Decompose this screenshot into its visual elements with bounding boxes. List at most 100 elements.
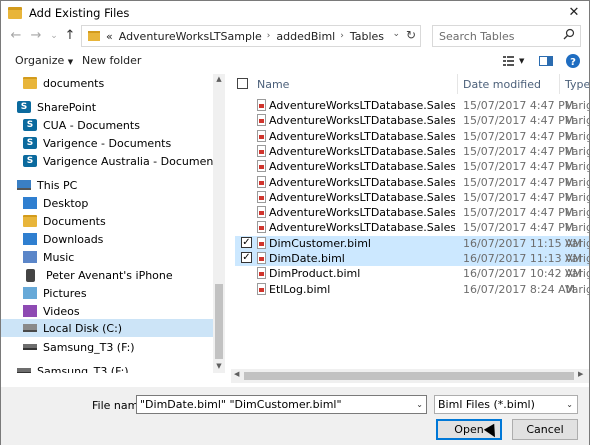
select-all-checkbox[interactable] (237, 78, 248, 89)
sidebar-item-varigence-australia-documents[interactable]: S Varigence Australia - Documents (23, 152, 223, 170)
chevron-right-icon[interactable]: › (267, 31, 271, 41)
file-date-modified: 15/07/2017 4:47 PM (463, 176, 575, 189)
folder-icon (88, 31, 100, 41)
cancel-button[interactable]: Cancel (512, 419, 578, 440)
sidebar-item-label: Varigence - Documents (43, 136, 172, 150)
address-bar[interactable]: « AdventureWorksLTSample › addedBiml › T… (81, 25, 421, 47)
sidebar-item-label: This PC (37, 178, 78, 192)
sidebar-item-this-pc[interactable]: This PC (17, 176, 77, 194)
chevron-right-icon[interactable]: › (340, 31, 344, 41)
file-type: Varige (565, 176, 589, 189)
sidebar-item-local-disk-c[interactable]: Local Disk (C:) (1, 319, 213, 337)
chevron-down-icon[interactable]: ⌄ (416, 396, 423, 413)
file-type: Varige (565, 160, 589, 173)
file-type: Varige (565, 283, 589, 296)
scroll-left-arrow-icon[interactable]: ◀ (234, 370, 239, 378)
file-name-input[interactable]: "DimDate.biml" "DimCustomer.biml" ⌄ (136, 395, 427, 414)
sidebar-item-downloads[interactable]: Downloads (23, 230, 103, 248)
new-folder-button[interactable]: New folder (82, 54, 141, 67)
search-icon[interactable] (563, 28, 575, 40)
row-checkbox[interactable]: ✓ (241, 237, 252, 248)
sidebar-scrollbar[interactable]: ▲ ▼ (213, 74, 225, 373)
sidebar-item-sharepoint[interactable]: S SharePoint (17, 98, 96, 116)
scroll-down-arrow-icon[interactable]: ▼ (213, 362, 225, 370)
scroll-right-arrow-icon[interactable]: ▶ (578, 370, 583, 378)
column-header-type[interactable]: Type (565, 78, 589, 91)
file-row[interactable]: AdventureWorksLTDatabase.SalesLT.Product… (235, 144, 589, 159)
sidebar-item-varigence-documents[interactable]: S Varigence - Documents (23, 134, 171, 152)
sidebar-item-iphone[interactable]: Peter Avenant's iPhone (26, 266, 173, 284)
dialog-title: Add Existing Files (29, 6, 130, 20)
breadcrumb-item[interactable]: Tables (350, 30, 384, 43)
file-row[interactable]: AdventureWorksLTDatabase.SalesLT.Custom.… (235, 129, 589, 144)
sidebar-item-videos[interactable]: Videos (23, 302, 80, 320)
column-header-date[interactable]: Date modified (463, 78, 541, 91)
biml-file-icon (257, 160, 266, 172)
scrollbar-thumb[interactable] (244, 372, 574, 380)
sidebar-item-label: Desktop (43, 196, 89, 210)
file-row[interactable]: AdventureWorksLTDatabase.SalesLT.Product… (235, 190, 589, 205)
sharepoint-icon: S (23, 137, 37, 149)
file-row[interactable]: AdventureWorksLTDatabase.SalesLT.SalesOr… (235, 220, 589, 235)
sidebar-item-documents-library[interactable]: Documents (23, 212, 106, 230)
sidebar-item-cua-documents[interactable]: S CUA - Documents (23, 116, 140, 134)
sidebar-item-samsung-t3-root[interactable]: Samsung_T3 (F:) (17, 362, 129, 373)
add-existing-files-dialog: Add Existing Files ✕ ← → ⌄ ↑ « Adventure… (0, 0, 590, 445)
back-button[interactable]: ← (7, 27, 25, 45)
file-row[interactable]: AdventureWorksLTDatabase.SalesLT.Address… (235, 98, 589, 113)
file-row[interactable]: ✓DimDate.biml16/07/2017 11:13 AMVarige (235, 251, 589, 266)
up-button[interactable]: ↑ (61, 27, 79, 45)
help-icon[interactable]: ? (565, 53, 581, 69)
file-row[interactable]: ✓ DimCustomer.biml 16/07/2017 11:15 AM Vari… (235, 236, 589, 251)
breadcrumb-item[interactable]: addedBiml (276, 30, 335, 43)
sidebar-item-samsung-t3[interactable]: Samsung_T3 (F:) (23, 338, 135, 356)
file-name: AdventureWorksLTDatabase.SalesLT.SalesOr… (269, 206, 455, 219)
sidebar-item-pictures[interactable]: Pictures (23, 284, 87, 302)
scrollbar-thumb[interactable] (215, 284, 223, 359)
breadcrumb-item[interactable]: AdventureWorksLTSample (119, 30, 262, 43)
column-divider[interactable] (559, 74, 560, 94)
sidebar-item-desktop[interactable]: Desktop (23, 194, 88, 212)
sidebar-item-documents[interactable]: documents (23, 74, 104, 92)
phone-icon (26, 268, 35, 282)
file-type: Varige (565, 99, 589, 112)
column-divider[interactable] (457, 74, 458, 94)
column-header-name[interactable]: Name (257, 78, 289, 91)
file-row[interactable]: EtlLog.biml 16/07/2017 8:24 AMVarige (235, 282, 589, 297)
chevron-down-icon[interactable]: ▼ (519, 57, 524, 65)
breadcrumb-overflow[interactable]: « (106, 30, 113, 43)
sidebar-item-label: documents (43, 76, 105, 90)
forward-button[interactable]: → (27, 27, 45, 45)
file-row[interactable]: AdventureWorksLTDatabase.SalesLT.Product… (235, 159, 589, 174)
file-name: AdventureWorksLTDatabase.SalesLT.Product… (269, 160, 455, 173)
usb-drive-icon (17, 368, 31, 373)
row-checkbox[interactable]: ✓ (241, 252, 252, 263)
close-button[interactable]: ✕ (565, 4, 583, 22)
horizontal-scrollbar[interactable]: ◀ ▶ (231, 369, 589, 383)
file-row[interactable]: AdventureWorksLTDatabase.SalesLT.SalesOr… (235, 205, 589, 220)
refresh-icon[interactable]: ↻ (406, 28, 416, 42)
chevron-down-icon[interactable]: ⌄ (392, 29, 400, 39)
file-name-value: "DimDate.biml" "DimCustomer.biml" (140, 398, 342, 411)
navigation-pane: documents S SharePoint S CUA - Documents S… (1, 74, 227, 373)
file-row[interactable]: DimProduct.biml16/07/2017 10:42 AMVarige (235, 266, 589, 281)
file-name: AdventureWorksLTDatabase.SalesLT.Custom.… (269, 114, 455, 127)
file-type: Varige (565, 252, 589, 265)
file-type-select[interactable]: Biml Files (*.biml) ⌄ (434, 395, 578, 414)
sidebar-item-music[interactable]: Music (23, 248, 74, 266)
sidebar-item-label: Peter Avenant's iPhone (46, 268, 173, 282)
biml-file-icon (257, 283, 266, 295)
search-input[interactable]: Search Tables (432, 25, 581, 47)
organize-button[interactable]: Organize ▼ (15, 54, 73, 67)
biml-file-icon (257, 145, 266, 157)
usb-drive-icon (23, 344, 37, 350)
view-options-icon[interactable] (501, 53, 517, 69)
scroll-up-arrow-icon[interactable]: ▲ (213, 75, 225, 83)
preview-pane-icon[interactable] (538, 53, 554, 69)
file-row[interactable]: AdventureWorksLTDatabase.SalesLT.Custom.… (235, 113, 589, 128)
sort-ascending-icon: ^ (345, 74, 351, 78)
file-row[interactable]: AdventureWorksLTDatabase.SalesLT.Product… (235, 175, 589, 190)
file-type: Varige (565, 130, 589, 143)
sidebar-item-label: Samsung_T3 (F:) (37, 364, 129, 374)
title-bar: Add Existing Files ✕ (1, 1, 589, 25)
